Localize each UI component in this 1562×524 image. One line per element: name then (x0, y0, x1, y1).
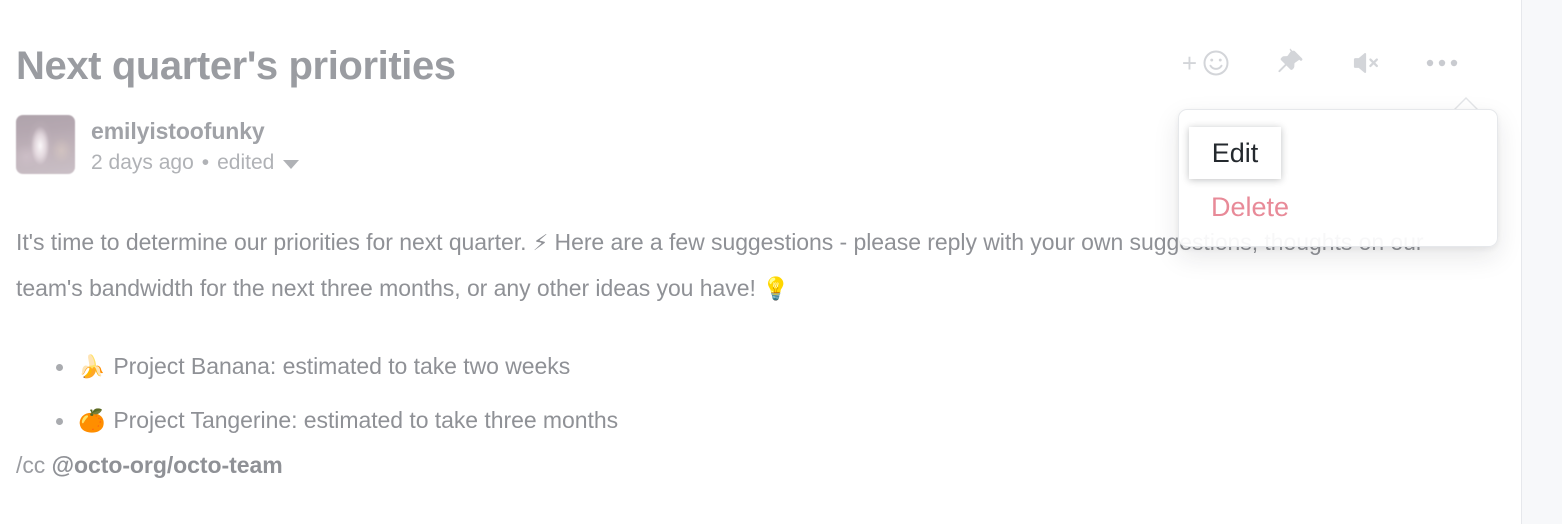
team-mention-link[interactable]: @octo-org/octo-team (52, 452, 283, 478)
more-options-button[interactable] (1425, 57, 1459, 69)
mute-button[interactable] (1349, 48, 1381, 78)
edited-label[interactable]: edited (217, 149, 274, 177)
author-meta: emilyistoofunky 2 days ago • edited (91, 115, 300, 177)
smiley-icon (1201, 48, 1231, 78)
right-sidebar-rail (1521, 0, 1562, 524)
issue-comment-screen: Next quarter's priorities + emilyistoofu… (0, 0, 1562, 524)
zap-emoji: ⚡ (532, 231, 549, 256)
paragraph-text-part1: It's time to determine our priorities fo… (16, 229, 533, 255)
issue-header: Next quarter's priorities + (16, 38, 1521, 98)
menu-item-edit[interactable]: Edit (1189, 127, 1281, 179)
list-item-label: Project Banana: estimated to take two we… (113, 353, 571, 379)
chevron-down-icon[interactable] (283, 159, 300, 169)
comment-timestamp-row: 2 days ago • edited (91, 149, 300, 177)
cc-line: /cc @octo-org/octo-team (16, 448, 1486, 482)
menu-item-delete[interactable]: Delete (1211, 190, 1289, 224)
cc-prefix: /cc (16, 452, 52, 478)
author-username[interactable]: emilyistoofunky (91, 116, 299, 146)
menu-panel: Edit Delete (1178, 109, 1498, 247)
comment-timestamp: 2 days ago (91, 151, 194, 174)
list-item-label: Project Tangerine: estimated to take thr… (113, 407, 619, 433)
priority-list: 🍌 Project Banana: estimated to take two w… (16, 340, 1486, 448)
kebab-menu-icon (1425, 57, 1459, 69)
avatar[interactable] (16, 115, 75, 174)
mute-icon (1349, 48, 1381, 78)
list-item: 🍊 Project Tangerine: estimated to take th… (16, 394, 1486, 448)
separator-dot: • (201, 151, 210, 174)
banana-emoji: 🍌 (78, 355, 106, 380)
add-reaction-button[interactable]: + (1182, 48, 1231, 78)
main-content: Next quarter's priorities + emilyistoofu… (0, 0, 1521, 524)
comment-author: emilyistoofunky 2 days ago • edited (16, 115, 300, 177)
comment-body: It's time to determine our priorities fo… (16, 220, 1486, 482)
light-bulb-emoji: 💡 (762, 277, 790, 302)
page-title: Next quarter's priorities (16, 44, 456, 88)
plus-icon: + (1181, 48, 1197, 78)
list-item: 🍌 Project Banana: estimated to take two w… (16, 340, 1486, 394)
pin-button[interactable] (1275, 48, 1305, 78)
issue-actions-toolbar: + (1182, 48, 1459, 78)
pin-icon (1275, 48, 1305, 78)
tangerine-emoji: 🍊 (78, 409, 106, 434)
